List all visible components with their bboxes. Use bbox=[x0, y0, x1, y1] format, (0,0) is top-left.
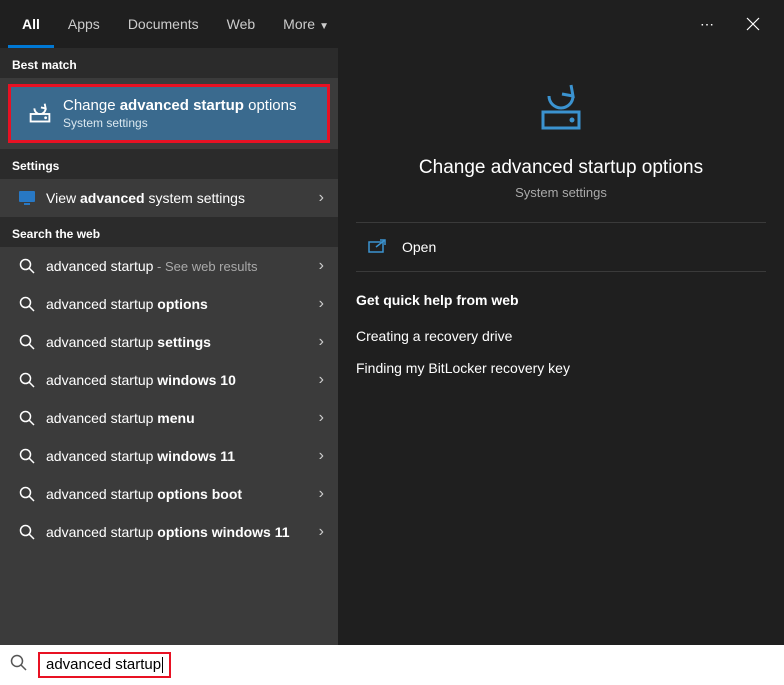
search-icon bbox=[14, 410, 40, 426]
search-icon bbox=[14, 448, 40, 464]
best-match-result[interactable]: Change advanced startup options System s… bbox=[8, 84, 330, 143]
text-cursor bbox=[162, 657, 163, 673]
tab-more[interactable]: More▼ bbox=[269, 0, 343, 48]
recovery-icon-large bbox=[529, 78, 593, 143]
web-item-label: advanced startup options windows 11 bbox=[40, 524, 319, 540]
chevron-right-icon: › bbox=[319, 485, 324, 503]
web-search-item[interactable]: advanced startup windows 10 › bbox=[0, 361, 338, 399]
help-link-bitlocker[interactable]: Finding my BitLocker recovery key bbox=[338, 352, 784, 384]
search-icon bbox=[14, 524, 40, 540]
web-search-item[interactable]: advanced startup windows 11 › bbox=[0, 437, 338, 475]
web-search-item[interactable]: advanced startup options windows 11 › bbox=[0, 513, 338, 551]
help-header: Get quick help from web bbox=[338, 272, 784, 320]
chevron-right-icon: › bbox=[319, 295, 324, 313]
close-icon bbox=[746, 17, 760, 31]
chevron-right-icon: › bbox=[319, 189, 324, 207]
settings-item[interactable]: View advanced system settings › bbox=[0, 179, 338, 217]
open-label: Open bbox=[402, 239, 436, 255]
chevron-right-icon: › bbox=[319, 257, 324, 275]
chevron-right-icon: › bbox=[319, 371, 324, 389]
search-query-text: advanced startup bbox=[46, 656, 161, 673]
search-icon bbox=[14, 258, 40, 274]
web-item-label: advanced startup windows 10 bbox=[40, 372, 319, 388]
web-search-item[interactable]: advanced startup options boot › bbox=[0, 475, 338, 513]
help-link-recovery-drive[interactable]: Creating a recovery drive bbox=[338, 320, 784, 352]
header: All Apps Documents Web More▼ ⋯ bbox=[0, 0, 784, 48]
tab-web[interactable]: Web bbox=[213, 0, 270, 48]
search-icon bbox=[14, 296, 40, 312]
search-icon bbox=[14, 334, 40, 350]
section-settings: Settings bbox=[0, 149, 338, 179]
tab-apps[interactable]: Apps bbox=[54, 0, 114, 48]
chevron-right-icon: › bbox=[319, 409, 324, 427]
web-item-label: advanced startup windows 11 bbox=[40, 448, 319, 464]
recovery-icon bbox=[23, 99, 57, 129]
tab-all[interactable]: All bbox=[8, 0, 54, 48]
search-icon bbox=[14, 486, 40, 502]
web-item-label: advanced startup options boot bbox=[40, 486, 319, 502]
best-match-subtitle: System settings bbox=[63, 116, 315, 130]
section-best-match: Best match bbox=[0, 48, 338, 78]
search-icon bbox=[14, 372, 40, 388]
section-search-web: Search the web bbox=[0, 217, 338, 247]
more-options-button[interactable]: ⋯ bbox=[684, 0, 730, 48]
open-action[interactable]: Open bbox=[338, 223, 784, 271]
settings-item-label: View advanced system settings bbox=[40, 190, 319, 206]
preview-panel: Change advanced startup options System s… bbox=[338, 48, 784, 645]
search-bar[interactable]: advanced startup bbox=[0, 645, 784, 685]
close-button[interactable] bbox=[730, 0, 776, 48]
best-match-title: Change advanced startup options bbox=[63, 97, 315, 114]
search-icon bbox=[10, 654, 28, 677]
chevron-right-icon: › bbox=[319, 523, 324, 541]
results-panel: Best match Change advanced startup optio… bbox=[0, 48, 338, 645]
web-item-label: advanced startup settings bbox=[40, 334, 319, 350]
web-search-item[interactable]: advanced startup options › bbox=[0, 285, 338, 323]
web-search-item[interactable]: advanced startup settings › bbox=[0, 323, 338, 361]
chevron-down-icon: ▼ bbox=[319, 21, 329, 32]
monitor-icon bbox=[14, 190, 40, 206]
preview-subtitle: System settings bbox=[515, 185, 607, 200]
web-search-item[interactable]: advanced startup - See web results › bbox=[0, 247, 338, 285]
web-item-label: advanced startup options bbox=[40, 296, 319, 312]
preview-title: Change advanced startup options bbox=[419, 157, 703, 179]
search-input[interactable]: advanced startup bbox=[38, 652, 171, 678]
web-search-item[interactable]: advanced startup menu › bbox=[0, 399, 338, 437]
tab-documents[interactable]: Documents bbox=[114, 0, 213, 48]
web-item-label: advanced startup menu bbox=[40, 410, 319, 426]
chevron-right-icon: › bbox=[319, 333, 324, 351]
open-icon bbox=[368, 239, 386, 255]
web-item-label: advanced startup - See web results bbox=[40, 258, 319, 274]
chevron-right-icon: › bbox=[319, 447, 324, 465]
filter-tabs: All Apps Documents Web More▼ bbox=[8, 0, 343, 48]
